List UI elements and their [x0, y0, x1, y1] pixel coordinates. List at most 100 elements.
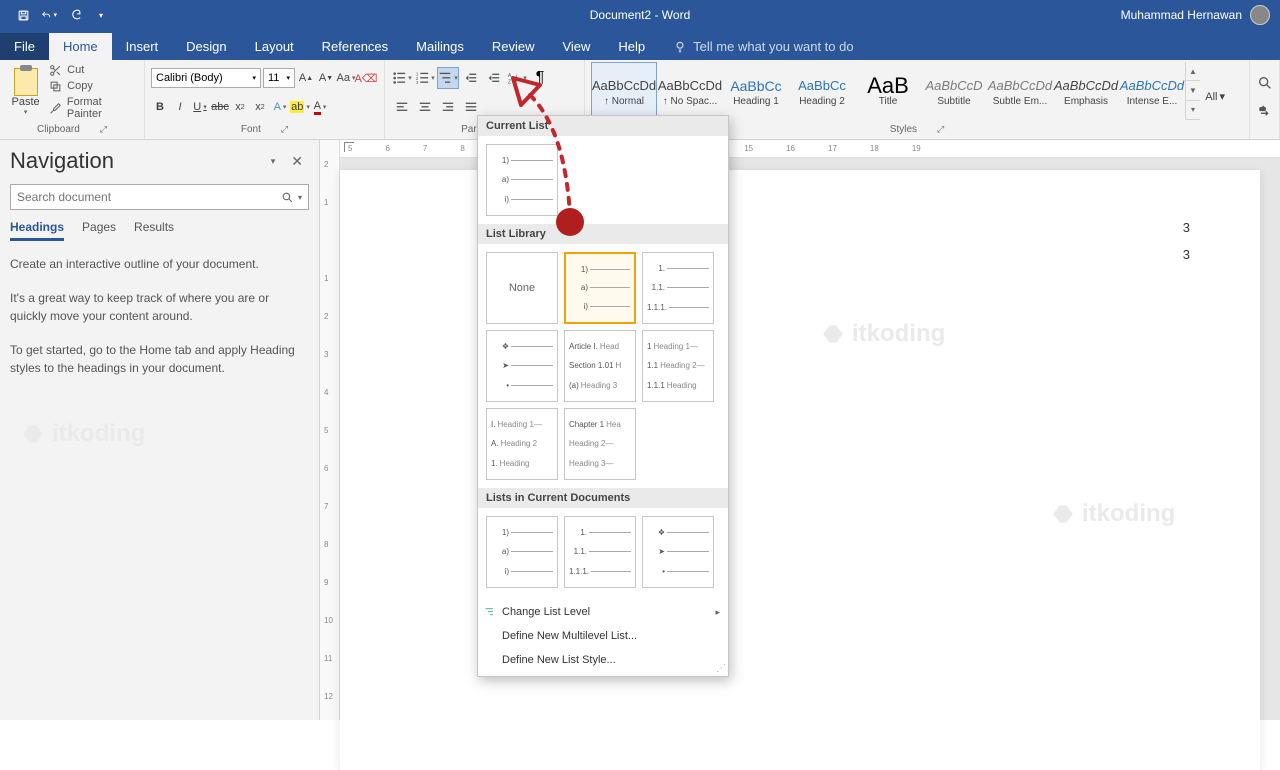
- ml-change-level[interactable]: Change List Level▸: [478, 600, 728, 624]
- ml-indoc-decimal[interactable]: 1. 1.1. 1.1.1.: [564, 516, 636, 588]
- vertical-ruler: 21123456789101112: [320, 140, 340, 720]
- multilevel-list-dropdown: Current List 1) a) i) List Library None …: [477, 115, 729, 677]
- navigation-search-input[interactable]: [17, 190, 281, 204]
- style-subtle-em-[interactable]: AaBbCcDdSubtle Em...: [987, 62, 1053, 120]
- highlight-button[interactable]: ab: [291, 97, 309, 117]
- align-left-button[interactable]: [391, 96, 413, 118]
- nav-tab-headings[interactable]: Headings: [10, 220, 64, 241]
- styles-scroll-down[interactable]: ▼: [1186, 81, 1200, 100]
- clear-formatting-button[interactable]: A⌫: [357, 68, 375, 88]
- style--no-spac-[interactable]: AaBbCcDd↑ No Spac...: [657, 62, 723, 120]
- ml-lib-chapter[interactable]: Chapter 1 Hea Heading 2— Heading 3—: [564, 408, 636, 480]
- show-hide-button[interactable]: ¶: [529, 67, 551, 89]
- ml-lib-num-heading[interactable]: 1 Heading 1— 1.1 Heading 2— 1.1.1 Headin…: [642, 330, 714, 402]
- navigation-title: Navigation: [10, 148, 114, 174]
- cut-button[interactable]: Cut: [49, 64, 138, 77]
- tab-design[interactable]: Design: [172, 33, 240, 60]
- tab-references[interactable]: References: [308, 33, 402, 60]
- navigation-search[interactable]: ▾: [10, 184, 309, 210]
- copy-icon: [49, 80, 62, 93]
- copy-button[interactable]: Copy: [49, 80, 138, 93]
- subscript-button[interactable]: x2: [231, 97, 249, 117]
- ml-define-new[interactable]: Define New Multilevel List...: [478, 624, 728, 648]
- styles-expand[interactable]: ▾: [1186, 101, 1200, 120]
- paste-icon: [14, 68, 38, 96]
- tab-home[interactable]: Home: [49, 33, 112, 60]
- qat-save-button[interactable]: [15, 7, 31, 23]
- tell-me-search[interactable]: Tell me what you want to do: [659, 33, 867, 60]
- styles-filter[interactable]: All ▾: [1205, 90, 1225, 103]
- decrease-indent-button[interactable]: [460, 67, 482, 89]
- italic-button[interactable]: I: [171, 97, 189, 117]
- increase-indent-button[interactable]: [483, 67, 505, 89]
- font-dialog-launcher[interactable]: ⤢: [281, 124, 288, 135]
- styles-dialog-launcher[interactable]: ⤢: [937, 124, 944, 135]
- tab-layout[interactable]: Layout: [241, 33, 308, 60]
- bold-button[interactable]: B: [151, 97, 169, 117]
- text-effects-button[interactable]: A: [271, 97, 289, 117]
- ml-current-item[interactable]: 1) a) i): [486, 144, 558, 216]
- tab-view[interactable]: View: [548, 33, 604, 60]
- shrink-font-button[interactable]: A▼: [317, 68, 335, 88]
- navigation-dropdown[interactable]: ▾: [271, 156, 276, 167]
- align-right-button[interactable]: [437, 96, 459, 118]
- tab-insert[interactable]: Insert: [112, 33, 173, 60]
- clipboard-dialog-launcher[interactable]: ⤢: [100, 124, 107, 135]
- superscript-button[interactable]: x2: [251, 97, 269, 117]
- styles-scroll-up[interactable]: ▲: [1186, 62, 1200, 81]
- tab-review[interactable]: Review: [478, 33, 549, 60]
- ml-indoc-paren[interactable]: 1) a) i): [486, 516, 558, 588]
- ml-lib-none[interactable]: None: [486, 252, 558, 324]
- qat-redo-button[interactable]: [67, 7, 83, 23]
- underline-button[interactable]: U: [191, 97, 209, 117]
- font-color-button[interactable]: A: [311, 97, 329, 117]
- style-title[interactable]: AaBTitle: [855, 62, 921, 120]
- navigation-close-button[interactable]: ✕: [285, 151, 309, 172]
- sort-button[interactable]: AZ: [506, 67, 528, 89]
- bulb-icon: [673, 40, 687, 54]
- format-painter-button[interactable]: Format Painter: [49, 96, 138, 120]
- strikethrough-button[interactable]: abc: [211, 97, 229, 117]
- ml-lib-article[interactable]: Article I. Head Section 1.01H (a) Headin…: [564, 330, 636, 402]
- style-emphasis[interactable]: AaBbCcDdEmphasis: [1053, 62, 1119, 120]
- ml-define-style[interactable]: Define New List Style...: [478, 648, 728, 672]
- search-options-dropdown[interactable]: ▾: [298, 193, 302, 202]
- ml-lib-bullets[interactable]: ❖ ➤ •: [486, 330, 558, 402]
- font-size-select[interactable]: 11▾: [263, 68, 295, 88]
- style-subtitle[interactable]: AaBbCcDSubtitle: [921, 62, 987, 120]
- search-icon: [281, 191, 294, 204]
- paste-button[interactable]: Paste ▾: [6, 62, 45, 122]
- resize-grip[interactable]: ⋰: [716, 663, 726, 674]
- navigation-pane: Navigation ▾ ✕ ▾ Headings Pages Results …: [0, 140, 320, 720]
- grow-font-button[interactable]: A▲: [297, 68, 315, 88]
- style-heading-1[interactable]: AaBbCcHeading 1: [723, 62, 789, 120]
- nav-tab-pages[interactable]: Pages: [82, 220, 116, 241]
- styles-gallery[interactable]: AaBbCcDd↑ NormalAaBbCcDd↑ No Spac...AaBb…: [591, 62, 1243, 120]
- styles-group-label: Styles: [890, 124, 917, 135]
- style-intense-e-[interactable]: AaBbCcDdIntense E...: [1119, 62, 1185, 120]
- svg-text:3: 3: [416, 80, 419, 85]
- style-heading-2[interactable]: AaBbCcHeading 2: [789, 62, 855, 120]
- ml-lib-roman-heading[interactable]: I. Heading 1— A. Heading 2 1. Heading: [486, 408, 558, 480]
- font-name-select[interactable]: Calibri (Body)▾: [151, 68, 261, 88]
- tab-file[interactable]: File: [0, 33, 49, 60]
- multilevel-list-button[interactable]: [437, 67, 459, 89]
- font-group-label: Font: [241, 124, 261, 135]
- align-center-button[interactable]: [414, 96, 436, 118]
- ml-lib-decimal[interactable]: 1. 1.1. 1.1.1.: [642, 252, 714, 324]
- style--normal[interactable]: AaBbCcDd↑ Normal: [591, 62, 657, 120]
- user-avatar[interactable]: [1250, 5, 1270, 25]
- find-button[interactable]: [1257, 75, 1273, 96]
- bullets-button[interactable]: [391, 67, 413, 89]
- navigation-body: Create an interactive outline of your do…: [10, 255, 309, 377]
- numbering-button[interactable]: 123: [414, 67, 436, 89]
- qat-undo-button[interactable]: ▾: [41, 7, 57, 23]
- tab-help[interactable]: Help: [604, 33, 659, 60]
- replace-button[interactable]: ab: [1257, 104, 1273, 125]
- ml-indoc-bullets[interactable]: ❖ ➤ •: [642, 516, 714, 588]
- tab-mailings[interactable]: Mailings: [402, 33, 478, 60]
- qat-customize-button[interactable]: ▾: [93, 7, 109, 23]
- change-case-button[interactable]: Aa: [337, 68, 355, 88]
- nav-tab-results[interactable]: Results: [134, 220, 174, 241]
- ml-lib-paren[interactable]: 1) a) i): [564, 252, 636, 324]
